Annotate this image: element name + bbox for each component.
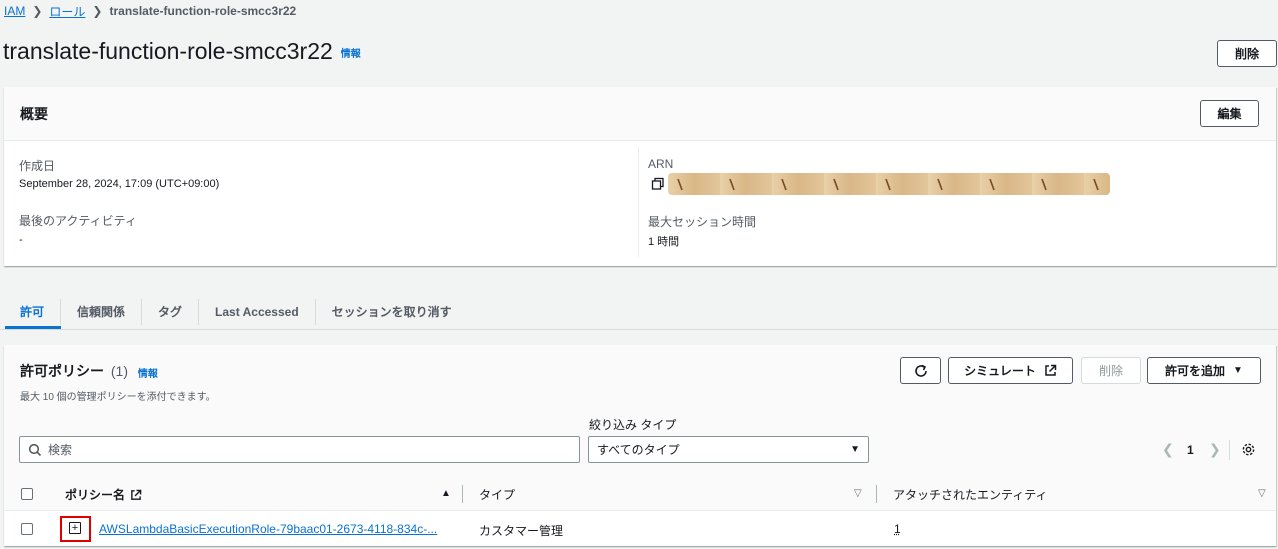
column-divider: [462, 485, 463, 503]
tab-bar: 許可 信頼関係 タグ Last Accessed セッションを取り消す: [4, 293, 468, 330]
tab-tags[interactable]: タグ: [141, 298, 198, 325]
tab-last-accessed[interactable]: Last Accessed: [198, 298, 315, 325]
policy-type: カスタマー管理: [479, 524, 564, 538]
external-link-icon: [131, 489, 142, 500]
simulate-label: シミュレート: [964, 364, 1036, 378]
column-policy-name[interactable]: ポリシー名: [65, 486, 142, 503]
delete-role-button[interactable]: 削除: [1217, 40, 1277, 67]
last-activity-label: 最後のアクティビティ: [19, 214, 137, 228]
search-icon: [28, 443, 42, 456]
type-filter-value: すべてのタイプ: [597, 443, 680, 457]
add-permissions-button[interactable]: 許可を追加 ▼: [1147, 357, 1261, 384]
tab-revoke-sessions[interactable]: セッションを取り消す: [314, 298, 468, 325]
arn-redacted-value: [668, 173, 1110, 195]
page-title: translate-function-role-smcc3r22 情報: [3, 38, 361, 65]
policies-info-link[interactable]: 情報: [138, 369, 158, 380]
breadcrumb: IAM ❯ ロール ❯ translate-function-role-smcc…: [4, 3, 296, 19]
page-title-text: translate-function-role-smcc3r22: [3, 38, 333, 64]
summary-title: 概要: [20, 106, 48, 122]
sort-icon[interactable]: ▽: [854, 488, 862, 499]
summary-header: [4, 87, 1276, 141]
column-type[interactable]: タイプ: [479, 486, 515, 503]
permissions-policies-panel: 許可ポリシー (1) 情報 最大 10 個の管理ポリシーを添付できます。 シミュ…: [4, 345, 1276, 546]
breadcrumb-current: translate-function-role-smcc3r22: [109, 4, 297, 18]
policies-count: (1): [110, 363, 129, 379]
column-attached-entities[interactable]: アタッチされたエンティティ: [893, 486, 1048, 503]
policies-title-row: 許可ポリシー (1) 情報: [20, 361, 158, 381]
search-input[interactable]: 検索: [19, 436, 580, 463]
created-value: September 28, 2024, 17:09 (UTC+09:00): [19, 178, 220, 190]
last-activity-value: -: [19, 234, 23, 246]
tab-permissions[interactable]: 許可: [4, 299, 60, 325]
select-all-checkbox[interactable]: [21, 488, 33, 500]
max-session-value: 1 時間: [648, 236, 680, 248]
edit-button[interactable]: 編集: [1200, 100, 1259, 127]
column-policy-name-label: ポリシー名: [65, 488, 126, 502]
expand-icon[interactable]: +: [69, 522, 81, 534]
external-link-icon: [1045, 364, 1057, 376]
settings-gear-icon[interactable]: [1241, 442, 1256, 460]
simulate-button[interactable]: シミュレート: [948, 357, 1073, 384]
pagination-prev-icon[interactable]: ❮: [1162, 441, 1174, 458]
column-divider: [638, 147, 639, 257]
policy-name-link[interactable]: AWSLambdaBasicExecutionRole-79baac01-267…: [99, 522, 437, 536]
table-row: + AWSLambdaBasicExecutionRole-79baac01-2…: [4, 511, 1276, 546]
pagination-divider: [1229, 440, 1230, 460]
pagination-next-icon[interactable]: ❯: [1209, 441, 1221, 458]
policies-title: 許可ポリシー: [20, 363, 104, 379]
tab-divider: [0, 329, 1278, 330]
breadcrumb-iam[interactable]: IAM: [4, 4, 25, 18]
row-checkbox[interactable]: [21, 523, 33, 535]
created-label: 作成日: [19, 159, 56, 173]
type-filter-select[interactable]: すべてのタイプ ▼: [588, 436, 869, 463]
breadcrumb-roles[interactable]: ロール: [49, 3, 85, 20]
copy-icon[interactable]: [651, 177, 665, 191]
pagination-page[interactable]: 1: [1187, 443, 1194, 457]
caret-down-icon: ▼: [850, 444, 860, 455]
caret-down-icon: ▼: [1233, 365, 1243, 376]
attached-entities-count[interactable]: 1: [894, 522, 901, 536]
refresh-icon: [914, 364, 927, 377]
policies-description: 最大 10 個の管理ポリシーを添付できます。: [20, 392, 216, 403]
chevron-right-icon: ❯: [92, 4, 103, 18]
filter-type-label: 絞り込み タイプ: [589, 418, 677, 432]
refresh-button[interactable]: [900, 357, 941, 384]
sort-icon[interactable]: ▽: [1258, 488, 1266, 499]
delete-policy-button[interactable]: 削除: [1081, 357, 1141, 384]
column-divider: [876, 485, 877, 503]
arn-label: ARN: [648, 157, 674, 171]
max-session-label: 最大セッション時間: [648, 215, 757, 229]
sort-ascending-icon[interactable]: ▲: [441, 488, 451, 499]
tab-trust-relationships[interactable]: 信頼関係: [60, 298, 141, 325]
search-placeholder: 検索: [48, 443, 73, 457]
chevron-right-icon: ❯: [32, 4, 43, 18]
add-permissions-label: 許可を追加: [1165, 364, 1226, 378]
info-link[interactable]: 情報: [341, 49, 361, 60]
